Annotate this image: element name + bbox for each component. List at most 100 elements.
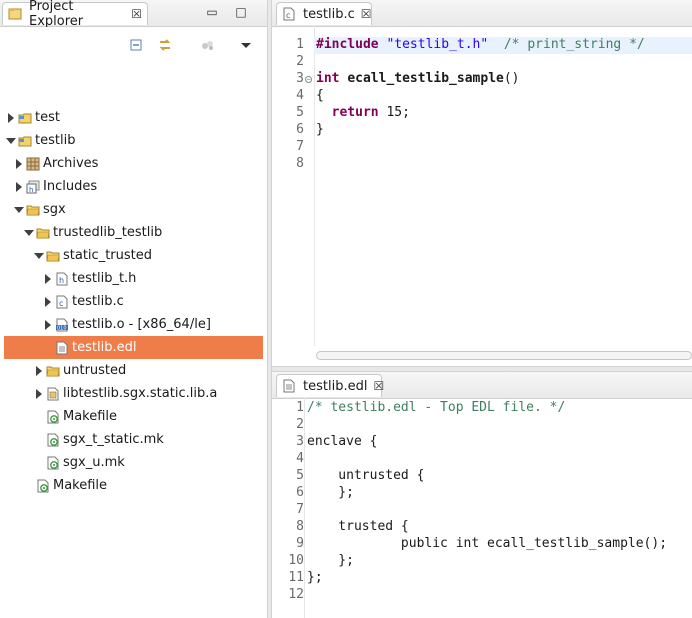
tab-project-explorer[interactable]: Project Explorer ☒ [2, 0, 148, 29]
line-number: 3 [296, 71, 304, 86]
code-token: () [503, 71, 520, 86]
tree-item[interactable]: h testlib_t.h [0, 267, 267, 290]
archive-file-icon [46, 387, 60, 401]
collapse-all-icon[interactable] [128, 37, 144, 53]
project-explorer-tabbar: Project Explorer ☒ ▭ □ [0, 0, 267, 29]
tree-item[interactable]: trustedlib_testlib [0, 221, 267, 244]
collapse-arrow-icon[interactable] [43, 273, 53, 284]
expand-arrow-icon[interactable] [14, 205, 24, 215]
line-number: 11 [288, 570, 304, 585]
line-number: 7 [296, 139, 304, 154]
line-number: 2 [296, 417, 304, 432]
svg-text:c: c [286, 11, 290, 20]
code-line: untrusted { [307, 468, 425, 483]
explorer-toolbar [0, 27, 267, 63]
collapse-arrow-icon[interactable] [34, 388, 44, 399]
collapse-arrow-icon [24, 481, 34, 491]
tree-item-label: testlib_t.h [72, 271, 137, 286]
collapse-arrow-icon [43, 343, 53, 353]
link-editor-icon[interactable] [157, 37, 173, 53]
includes-icon: h [26, 180, 40, 194]
tree-item[interactable]: testlib.edl [4, 336, 263, 359]
code-token: } [316, 122, 324, 137]
line-number: 6 [296, 485, 304, 500]
svg-text:c: c [59, 299, 63, 308]
collapse-arrow-icon[interactable] [6, 112, 16, 123]
tree-item[interactable]: h Includes [0, 175, 267, 198]
code-token: #include [316, 37, 379, 52]
code-line: { [316, 88, 324, 103]
close-icon[interactable]: ☒ [131, 7, 142, 21]
tree-item[interactable]: libtestlib.sgx.static.lib.a [0, 382, 267, 405]
makefile-icon [46, 433, 60, 447]
line-number: 3 [296, 434, 304, 449]
text-file-icon [55, 341, 69, 355]
tab-label: testlib.edl [303, 378, 368, 394]
view-menu-icon[interactable] [238, 37, 254, 53]
tree-item[interactable]: 010 testlib.o - [x86_64/le] [0, 313, 267, 336]
ruler-divider [304, 398, 305, 618]
tree-item-label: libtestlib.sgx.static.lib.a [63, 386, 218, 401]
collapse-arrow-icon [34, 458, 44, 468]
close-icon[interactable]: ☒ [361, 7, 372, 21]
tree-item[interactable]: sgx [0, 198, 267, 221]
tree-item-label: trustedlib_testlib [53, 225, 163, 240]
line-number: 4 [296, 88, 304, 103]
tree-item-label: untrusted [63, 363, 127, 378]
tree-item[interactable]: Archives [0, 152, 267, 175]
code-line: public int ecall_testlib_sample(); [307, 536, 668, 551]
makefile-icon [46, 410, 60, 424]
project-explorer-view: Project Explorer ☒ ▭ □ test testlib Archiv… [0, 0, 267, 618]
tree-item[interactable]: test [0, 106, 267, 129]
makefile-icon [46, 456, 60, 470]
code-line: }; [307, 553, 354, 568]
object-file-icon: 010 [55, 318, 69, 332]
code-token: return [331, 105, 379, 120]
tree-item[interactable]: testlib [0, 129, 267, 152]
line-number: 5 [296, 105, 304, 120]
ruler-divider [314, 26, 315, 346]
horizontal-scrollbar[interactable] [314, 348, 692, 362]
tree-item[interactable]: sgx_t_static.mk [0, 428, 267, 451]
code-token: ecall_testlib_sample [347, 71, 504, 86]
filter-icon[interactable] [200, 37, 216, 53]
c-file-icon: c [282, 7, 296, 21]
fold-toggle-icon[interactable]: − [305, 76, 312, 83]
tree-item[interactable]: sgx_u.mk [0, 451, 267, 474]
collapse-arrow-icon[interactable] [43, 319, 53, 330]
line-number: 2 [296, 54, 304, 69]
collapse-arrow-icon[interactable] [14, 158, 24, 169]
tab-testlib-edl[interactable]: testlib.edl ☒ [276, 374, 384, 397]
editor-tabbar: c testlib.c ☒ [272, 0, 692, 27]
collapse-arrow-icon[interactable] [43, 296, 53, 307]
makefile-icon [36, 479, 50, 493]
code-line: }; [307, 485, 354, 500]
expand-arrow-icon[interactable] [6, 136, 16, 146]
tab-testlib-c[interactable]: c testlib.c ☒ [276, 2, 372, 25]
maximize-icon[interactable]: □ [234, 6, 248, 18]
minimize-icon[interactable]: ▭ [205, 6, 219, 18]
expand-arrow-icon[interactable] [24, 228, 34, 238]
svg-text:h: h [29, 186, 33, 194]
folder-icon [46, 364, 60, 378]
tree-item[interactable]: static_trusted [0, 244, 267, 267]
tree-item-label: sgx [43, 202, 66, 217]
line-number: 8 [296, 156, 304, 171]
collapse-arrow-icon[interactable] [34, 365, 44, 376]
code-token: /* print_string */ [488, 37, 645, 52]
tree-item[interactable]: c testlib.c [0, 290, 267, 313]
collapse-arrow-icon[interactable] [14, 181, 24, 192]
collapse-arrow-icon [34, 412, 44, 422]
line-number: 10 [288, 553, 304, 568]
tree-item[interactable]: Makefile [0, 474, 267, 497]
close-icon[interactable]: ☒ [373, 379, 384, 393]
line-number: 4 [296, 451, 304, 466]
folder-icon [26, 203, 40, 217]
tree-item-label: Makefile [63, 409, 118, 424]
tree-item[interactable]: untrusted [0, 359, 267, 382]
tree-item[interactable]: Makefile [0, 405, 267, 428]
editor-tabbar: testlib.edl ☒ [272, 372, 692, 399]
code-line: /* testlib.edl - Top EDL file. */ [307, 400, 566, 415]
expand-arrow-icon[interactable] [34, 251, 44, 261]
code-line: return 15; [316, 105, 410, 120]
